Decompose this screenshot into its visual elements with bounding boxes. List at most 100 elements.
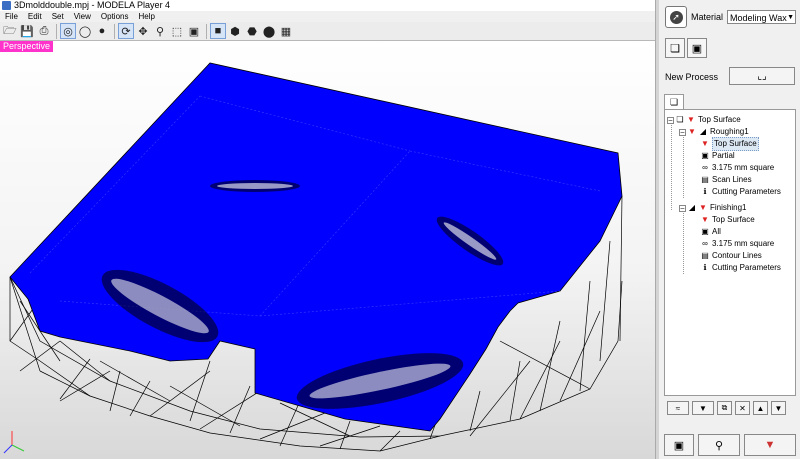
material-label: Material — [691, 12, 724, 22]
info-icon: ℹ — [703, 263, 707, 272]
scan-lines-icon: ▤ — [701, 175, 709, 184]
tree-item-label: Contour Lines — [712, 251, 762, 260]
save-icon[interactable]: 💾 — [19, 23, 35, 39]
tree-item-label: Scan Lines — [712, 175, 752, 184]
filter-icon: ▼ — [699, 403, 707, 413]
info-icon: ℹ — [703, 187, 707, 196]
toolbar-separator — [114, 23, 115, 39]
menu-file[interactable]: File — [0, 11, 23, 22]
chevron-down-icon: ▼ — [787, 14, 795, 21]
toolbar: 🗁 💾 ⎙ ◎ ◯ ● ⟳ ✥ ⚲ ⬚ ▣ ■ ⬢ ⬣ ⬤ ▦ — [0, 22, 655, 41]
tree-item-label: Top Surface — [712, 215, 755, 224]
tree-connector — [671, 122, 672, 210]
menu-set[interactable]: Set — [47, 11, 69, 22]
toolbar-separator — [56, 23, 57, 39]
title-bar: 3Dmolddouble.mpj - MODELA Player 4 — [0, 0, 655, 11]
move-down-button[interactable]: ▼ — [771, 401, 786, 415]
menu-options[interactable]: Options — [96, 11, 134, 22]
tree-item-scan-lines[interactable]: ▤ Scan Lines — [701, 174, 752, 186]
copy-button[interactable]: ⧉ — [717, 401, 732, 415]
tree-item-tool[interactable]: ∞ 3.175 mm square — [701, 238, 774, 250]
arrow-up-icon: ▲ — [756, 403, 765, 413]
zoom-icon[interactable]: ⚲ — [152, 23, 168, 39]
move-up-button[interactable]: ▲ — [753, 401, 768, 415]
open-icon[interactable]: 🗁 — [2, 23, 18, 39]
cut-icon: ▼ — [764, 439, 776, 451]
view-iso-icon[interactable]: ⬤ — [261, 23, 277, 39]
close-icon: ✕ — [739, 403, 746, 413]
tree-item-label: Top Surface — [712, 137, 759, 151]
fit-icon[interactable]: ⬚ — [169, 23, 185, 39]
process-icon: ◢ — [699, 127, 707, 136]
preview-icon: ⚲ — [714, 439, 724, 452]
view-grid-icon[interactable]: ▦ — [278, 23, 294, 39]
process-step-icon: ⌞⌟ — [757, 70, 767, 82]
menu-help[interactable]: Help — [133, 11, 159, 22]
right-panel: ➚ Material Modeling Wax ▼ ❏ ▣ New Proces… — [659, 0, 800, 459]
sphere-icon[interactable]: ● — [94, 23, 110, 39]
action-bar: ▣ ⚲ ▼ — [661, 431, 800, 459]
material-value: Modeling Wax — [730, 13, 787, 23]
compass-icon: ➚ — [669, 10, 683, 24]
window-title: 3Dmolddouble.mpj - MODELA Player 4 — [14, 0, 171, 10]
cut-button[interactable]: ▼ — [744, 434, 796, 456]
material-button[interactable]: ➚ — [665, 6, 687, 28]
collapse-toggle[interactable]: – — [667, 116, 674, 124]
tree-connector — [683, 134, 684, 198]
print-icon[interactable]: ⎙ — [36, 23, 52, 39]
globe-icon[interactable]: ◎ — [60, 23, 76, 39]
collapse-toggle[interactable]: – — [679, 204, 686, 212]
collapse-toggle[interactable]: – — [679, 128, 686, 136]
tree-item-roughing-surface[interactable]: ▼ Top Surface — [701, 137, 759, 151]
tree-item-contour-lines[interactable]: ▤ Contour Lines — [701, 250, 762, 262]
3d-viewport[interactable]: Perspective — [0, 41, 655, 459]
tree-item-finishing-surface[interactable]: ▼ Top Surface — [701, 214, 755, 226]
tree-connector — [683, 210, 684, 274]
tree-item-cutting-parameters[interactable]: ℹ Cutting Parameters — [701, 186, 780, 198]
toolpath-preview-button[interactable]: ≈ — [667, 401, 689, 415]
menu-edit[interactable]: Edit — [23, 11, 47, 22]
tree-item-tool[interactable]: ∞ 3.175 mm square — [701, 162, 774, 174]
filter-button[interactable]: ▼ — [692, 401, 714, 415]
model-view-button[interactable]: ❏ — [665, 38, 685, 58]
view-top-icon[interactable]: ■ — [210, 23, 226, 39]
tree-item-cutting-parameters[interactable]: ℹ Cutting Parameters — [701, 262, 780, 274]
arrow-down-icon: ▼ — [774, 403, 783, 413]
tree-item-top-surface[interactable]: – ❏ ▼ Top Surface — [667, 114, 741, 126]
tree-item-label: Finishing1 — [710, 203, 747, 212]
delete-button[interactable]: ✕ — [735, 401, 750, 415]
move-icon[interactable]: ✥ — [135, 23, 151, 39]
tree-item-label: 3.175 mm square — [712, 239, 775, 248]
tree-item-all[interactable]: ▣ All — [701, 226, 721, 238]
menu-bar: File Edit Set View Options Help — [0, 11, 655, 22]
partial-icon: ▣ — [701, 151, 709, 160]
process-tree: – ❏ ▼ Top Surface – ▼ ◢ Roughing1 ▼ Top … — [664, 109, 796, 396]
surface-icon: ▼ — [687, 115, 695, 124]
base-view-button[interactable]: ▣ — [687, 38, 707, 58]
box-icon: ❏ — [670, 42, 680, 55]
view-front-icon[interactable]: ⬢ — [227, 23, 243, 39]
new-process-button[interactable]: ⌞⌟ — [729, 67, 795, 85]
material-select[interactable]: Modeling Wax ▼ — [727, 10, 797, 24]
surface-icon: ▼ — [701, 215, 709, 224]
tool-icon: ∞ — [702, 163, 708, 172]
finishing-icon: ◢ — [688, 203, 696, 212]
tree-item-partial[interactable]: ▣ Partial — [701, 150, 734, 162]
tool-icon: ∞ — [702, 239, 708, 248]
toolpath-icon: ≈ — [675, 403, 681, 413]
tree-item-label: All — [712, 227, 721, 236]
tree-tab[interactable]: ❏ — [664, 94, 684, 109]
panel-icon: ▣ — [673, 439, 685, 452]
base-icon: ▣ — [691, 42, 703, 55]
copy-icon: ⧉ — [721, 403, 728, 412]
zoom-box-icon[interactable]: ▣ — [186, 23, 202, 39]
menu-view[interactable]: View — [69, 11, 96, 22]
rotate-icon[interactable]: ⟳ — [118, 23, 134, 39]
app-icon — [2, 1, 11, 10]
globe-grid-icon[interactable]: ◯ — [77, 23, 93, 39]
tree-item-label: Top Surface — [698, 115, 741, 124]
preview-cutting-button[interactable]: ⚲ — [698, 434, 740, 456]
stop-button[interactable]: ▣ — [664, 434, 694, 456]
tree-item-finishing1[interactable]: – ◢ ▼ Finishing1 — [679, 202, 746, 214]
view-right-icon[interactable]: ⬣ — [244, 23, 260, 39]
